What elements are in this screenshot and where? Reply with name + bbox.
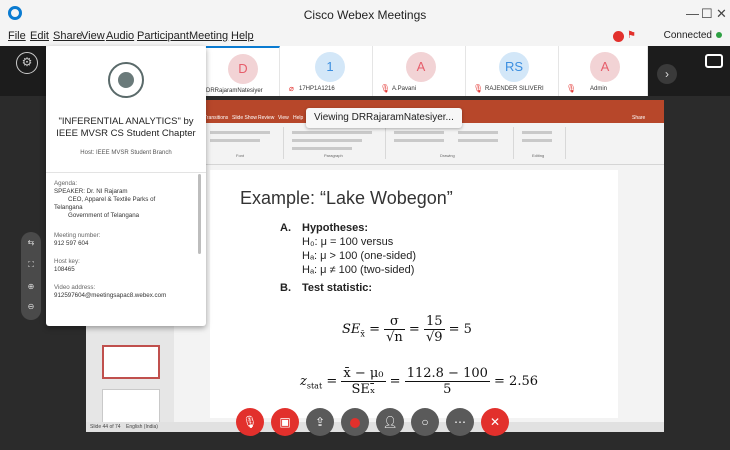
viewing-indicator: Viewing DRRajaramNatesiyer... (306, 108, 462, 128)
slide-title: Example: “Lake Wobegon” (240, 188, 453, 208)
participant-tile[interactable]: D DRRajaramNatesiyer (206, 46, 280, 96)
zoom-controls: ⇆ ⛶ ⊕ ⊖ (21, 232, 41, 320)
host-key: 108465 (54, 266, 75, 273)
meeting-info-panel: "INFERENTIAL ANALYTICS" by IEEE MVSR CS … (46, 46, 206, 326)
menu-edit[interactable]: Edit (30, 30, 49, 42)
participant-tile[interactable]: 1 ⌀ 17HP1A1216 (281, 46, 373, 96)
participant-name: Admin (590, 86, 608, 92)
menu-participant[interactable]: Participant (137, 30, 189, 42)
participant-name: RAJENDER SILIVERI (485, 86, 544, 92)
avatar: D (228, 54, 258, 84)
avatar: A (590, 52, 620, 82)
slide-canvas: Example: “Lake Wobegon” A. Hypotheses: H… (210, 170, 618, 418)
z-stat-formula: zstat = x̄ − μ₀ SEₓ̄ = 112.8 − 100 5 = 2.5… (300, 366, 539, 397)
zoom-out-icon[interactable]: ⊖ (21, 302, 41, 311)
mic-icon: ⌀ (289, 84, 294, 93)
slide-thumbnail-selected[interactable] (102, 345, 160, 379)
ieee-logo (108, 62, 144, 98)
chat-button[interactable]: ○ (411, 408, 439, 436)
menu-share[interactable]: Share (53, 30, 82, 42)
meeting-number: 912 597 604 (54, 240, 89, 247)
next-participants-chevron-icon[interactable]: › (657, 64, 677, 84)
participant-tile[interactable]: A 🎙︎ Admin (560, 46, 648, 96)
connected-dot-icon (716, 32, 722, 39)
meeting-host: Host: IEEE MVSR Student Branch (80, 150, 172, 156)
mute-button[interactable]: 🎙︎ (236, 408, 264, 436)
mic-muted-icon: 🎙︎ (380, 84, 391, 93)
participant-name: DRRajaramNatesiyer (206, 88, 263, 94)
connection-status: Connected (664, 30, 722, 41)
menu-meeting[interactable]: Meeting (189, 30, 228, 42)
chat-panel-icon[interactable] (705, 54, 723, 68)
close-button[interactable]: ✕ (716, 6, 727, 22)
ppt-share-button: Share (632, 115, 646, 121)
fullscreen-icon[interactable]: ⛶ (21, 260, 41, 270)
leave-meeting-button[interactable]: ✕ (481, 408, 509, 436)
fit-view-icon[interactable]: ⇆ (21, 238, 41, 247)
maximize-button[interactable]: ☐ (701, 6, 713, 22)
title-bar: Cisco Webex Meetings — ☐ ✕ (0, 0, 730, 28)
se-formula: SEx̄ = σ √n = 15 √9 = 5 (342, 314, 472, 345)
participant-tile[interactable]: RS 🎙︎ RAJENDER SILIVERI (467, 46, 559, 96)
zoom-in-icon[interactable]: ⊕ (21, 282, 41, 291)
menu-help[interactable]: Help (231, 30, 254, 42)
avatar: A (406, 52, 436, 82)
recording-indicator-icon (613, 31, 624, 42)
settings-icon[interactable]: ⚙ (16, 52, 38, 74)
video-address[interactable]: 912597604@meetingsapac8.webex.com (54, 292, 166, 299)
avatar: 1 (315, 52, 345, 82)
meeting-title: "INFERENTIAL ANALYTICS" by IEEE MVSR CS … (56, 116, 196, 139)
record-button[interactable] (341, 408, 369, 436)
menu-bar: File Edit Share View Audio Participant M… (0, 28, 730, 46)
menu-view[interactable]: View (81, 30, 105, 42)
ppt-status-bar: Slide 44 of 74 English (India) (86, 422, 664, 432)
window-title: Cisco Webex Meetings (303, 8, 427, 22)
more-options-button[interactable]: ⋯ (446, 408, 474, 436)
avatar: RS (499, 52, 529, 82)
mic-muted-icon: 🎙︎ (566, 84, 577, 93)
slide-thumbnail[interactable] (102, 389, 160, 423)
menu-file[interactable]: File (8, 30, 26, 42)
record-icon (350, 417, 360, 428)
scrollbar[interactable] (198, 174, 201, 254)
mic-muted-icon: 🎙︎ (473, 84, 484, 93)
flag-icon: ⚑ (627, 30, 636, 41)
participants-button[interactable]: 👤︎ (376, 408, 404, 436)
menu-audio[interactable]: Audio (106, 30, 134, 42)
stop-video-button[interactable]: ▣ (271, 408, 299, 436)
participant-name: A.Pavani (392, 86, 417, 92)
share-button[interactable]: ⇪ (306, 408, 334, 436)
minimize-button[interactable]: — (686, 6, 699, 21)
participant-name: 17HP1A1216 (299, 86, 335, 92)
participant-tile[interactable]: A 🎙︎ A.Pavani (374, 46, 466, 96)
